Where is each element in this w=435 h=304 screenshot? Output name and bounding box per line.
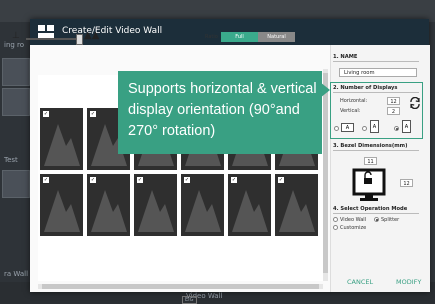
mode-section-title: 4. Select Operation Mode (333, 206, 408, 212)
zoom-slider-track[interactable] (26, 38, 80, 40)
ratio-natural-button[interactable]: Natural (258, 32, 295, 42)
mountain-image-icon (44, 124, 80, 166)
vertical-count-input[interactable]: 2 (387, 107, 400, 115)
background-thumbnail (2, 170, 30, 198)
background-label: ing ro (4, 41, 25, 49)
background-label: ra Wall (4, 270, 29, 278)
horizontal-label: Horizontal: (340, 98, 368, 104)
horizontal-scrollbar[interactable] (38, 284, 323, 289)
background-thumbnail (2, 88, 30, 116)
background-thumbnail (2, 58, 30, 86)
orientation-landscape-icon[interactable]: A (341, 123, 354, 132)
orientation-radio-portrait-270[interactable] (394, 126, 399, 131)
tile-checkbox[interactable]: ✓ (43, 111, 49, 117)
horizontal-count-input[interactable]: 12 (387, 97, 400, 105)
ratio-full-button[interactable]: Full (221, 32, 258, 42)
mountain-image-icon (279, 190, 315, 232)
tile-checkbox[interactable]: ✓ (43, 177, 49, 183)
mode-customize-label[interactable]: Customize (340, 225, 366, 231)
divider (333, 92, 419, 93)
display-tile[interactable]: ✓ (275, 174, 318, 236)
name-input[interactable]: Living room (339, 68, 417, 77)
video-wall-icon (38, 25, 54, 39)
tile-checkbox[interactable]: ✓ (90, 177, 96, 183)
display-tile[interactable]: ✓ (87, 174, 130, 236)
ratio-label: Ratio (205, 34, 218, 40)
zoom-out-icon[interactable]: ⊥ (12, 31, 20, 41)
background-label: Test (4, 156, 18, 164)
swap-rotate-icon[interactable] (409, 97, 421, 109)
display-tile[interactable]: ✓ (228, 174, 271, 236)
divider (333, 213, 419, 214)
bezel-top-input[interactable]: 11 (364, 157, 377, 165)
mountain-image-icon (185, 190, 221, 232)
bezel-section-title: 3. Bezel Dimensions(mm) (333, 143, 408, 149)
mode-radio-splitter[interactable] (374, 217, 379, 222)
cancel-button[interactable]: CANCEL (347, 278, 373, 286)
monitor-bezel-icon (352, 168, 386, 201)
tile-checkbox[interactable]: ✓ (231, 177, 237, 183)
zoom-slider-handle[interactable] (76, 34, 83, 45)
divider (333, 61, 419, 62)
mountain-image-icon (232, 190, 268, 232)
orientation-portrait-270-icon[interactable]: A (402, 120, 411, 133)
display-tile[interactable]: ✓ (181, 174, 224, 236)
display-tile[interactable]: ✓ (40, 108, 83, 170)
tile-checkbox[interactable]: ✓ (278, 177, 284, 183)
bezel-side-input[interactable]: 12 (400, 179, 413, 187)
tile-checkbox[interactable]: ✓ (184, 177, 190, 183)
orientation-radio-landscape[interactable] (334, 126, 339, 131)
callout-text: Supports horizontal & vertical display o… (128, 81, 317, 139)
display-tile[interactable]: ✓ (134, 174, 177, 236)
mode-radio-customize[interactable] (333, 225, 338, 230)
divider (333, 150, 419, 151)
mountain-image-icon (91, 190, 127, 232)
zoom-in-icon[interactable]: ▲▲ (84, 30, 99, 41)
mountain-image-icon (44, 190, 80, 232)
tile-checkbox[interactable]: ✓ (90, 111, 96, 117)
mode-splitter-label[interactable]: Splitter (381, 217, 399, 223)
mode-radio-video-wall[interactable] (333, 217, 338, 222)
orientation-portrait-90-icon[interactable]: A (370, 120, 379, 133)
feature-callout: Supports horizontal & vertical display o… (118, 71, 322, 154)
tile-checkbox[interactable]: ✓ (137, 177, 143, 183)
mountain-image-icon (138, 190, 174, 232)
vertical-label: Vertical: (340, 108, 361, 114)
displays-section-title: 2. Number of Displays (333, 85, 398, 91)
callout-arrow (320, 82, 330, 98)
mode-video-wall-label[interactable]: Video Wall (340, 217, 366, 223)
modify-button[interactable]: MODIFY (396, 278, 421, 286)
name-section-title: 1. NAME (333, 54, 358, 60)
orientation-radio-portrait-90[interactable] (362, 126, 367, 131)
display-tile[interactable]: ✓ (40, 174, 83, 236)
